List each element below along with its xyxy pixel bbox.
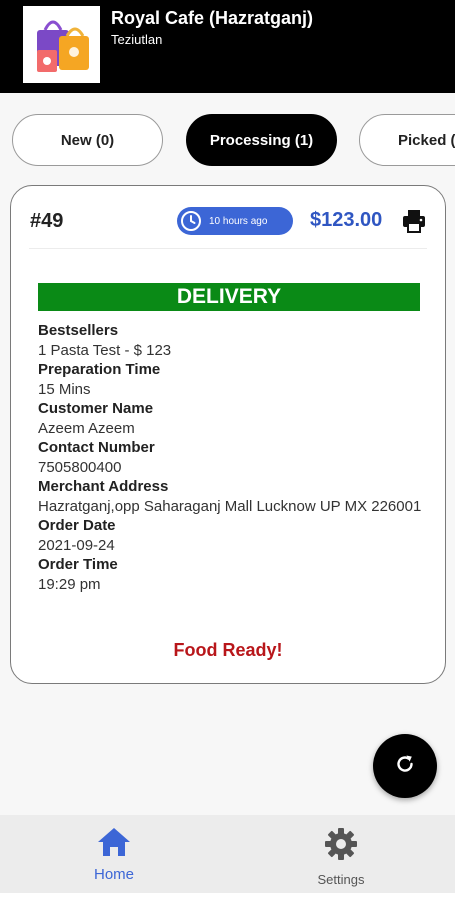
detail-label-order-date: Order Date [38, 517, 116, 534]
detail-value-order-date: 2021-09-24 [38, 536, 115, 554]
detail-label-merchant-address: Merchant Address [38, 478, 169, 495]
nav-home-label: Home [93, 866, 134, 883]
store-city: Teziutlan [111, 32, 163, 47]
food-ready-button[interactable]: Food Ready! [11, 640, 445, 661]
nav-home[interactable]: Home [64, 827, 164, 887]
card-divider [29, 248, 427, 249]
detail-value-order-time: 19:29 pm [38, 575, 101, 593]
store-name: Royal Cafe (Hazratganj) [111, 8, 314, 28]
printer-icon[interactable] [401, 208, 427, 234]
refresh-button[interactable] [373, 734, 437, 798]
detail-value-contact-number: 7505800400 [38, 458, 122, 476]
detail-label-preparation-time: Preparation Time [38, 361, 161, 378]
detail-value-customer-name: Azeem Azeem [38, 419, 135, 437]
order-number: #49 [30, 210, 64, 232]
detail-label-bestsellers: Bestsellers [38, 322, 119, 339]
clock-icon [179, 209, 203, 233]
tab-picked[interactable]: Picked ( [359, 114, 455, 166]
nav-settings[interactable]: Settings [291, 827, 391, 887]
detail-value-preparation-time: 15 Mins [38, 380, 91, 398]
refresh-icon [393, 752, 417, 781]
bottom-navigation: Home Settings [0, 815, 455, 893]
home-icon [97, 827, 131, 862]
shopping-bags-icon [23, 6, 100, 83]
app-header: Royal Cafe (Hazratganj) Teziutlan [0, 0, 455, 93]
time-ago-text: 10 hours ago [209, 215, 268, 227]
nav-settings-label: Settings [317, 872, 365, 887]
order-details: Bestsellers 1 Pasta Test - $ 123 Prepara… [38, 321, 428, 594]
order-card[interactable]: #49 10 hours ago $123.00 DELIVERY Bestse… [10, 185, 446, 684]
order-price: $123.00 [310, 209, 383, 231]
delivery-type-banner: DELIVERY [38, 283, 420, 311]
bottom-strip [0, 893, 455, 900]
tab-new[interactable]: New (0) [12, 114, 163, 166]
time-ago-badge: 10 hours ago [177, 207, 293, 235]
detail-value-bestsellers: 1 Pasta Test - $ 123 [38, 341, 172, 359]
tab-processing[interactable]: Processing (1) [186, 114, 337, 166]
detail-label-contact-number: Contact Number [38, 439, 155, 456]
detail-value-merchant-address: Hazratganj,opp Saharaganj Mall Lucknow U… [38, 497, 422, 515]
gear-icon [324, 827, 358, 866]
detail-label-customer-name: Customer Name [38, 400, 154, 417]
detail-label-order-time: Order Time [38, 556, 118, 573]
order-status-tabs: New (0) Processing (1) Picked ( [0, 93, 455, 183]
